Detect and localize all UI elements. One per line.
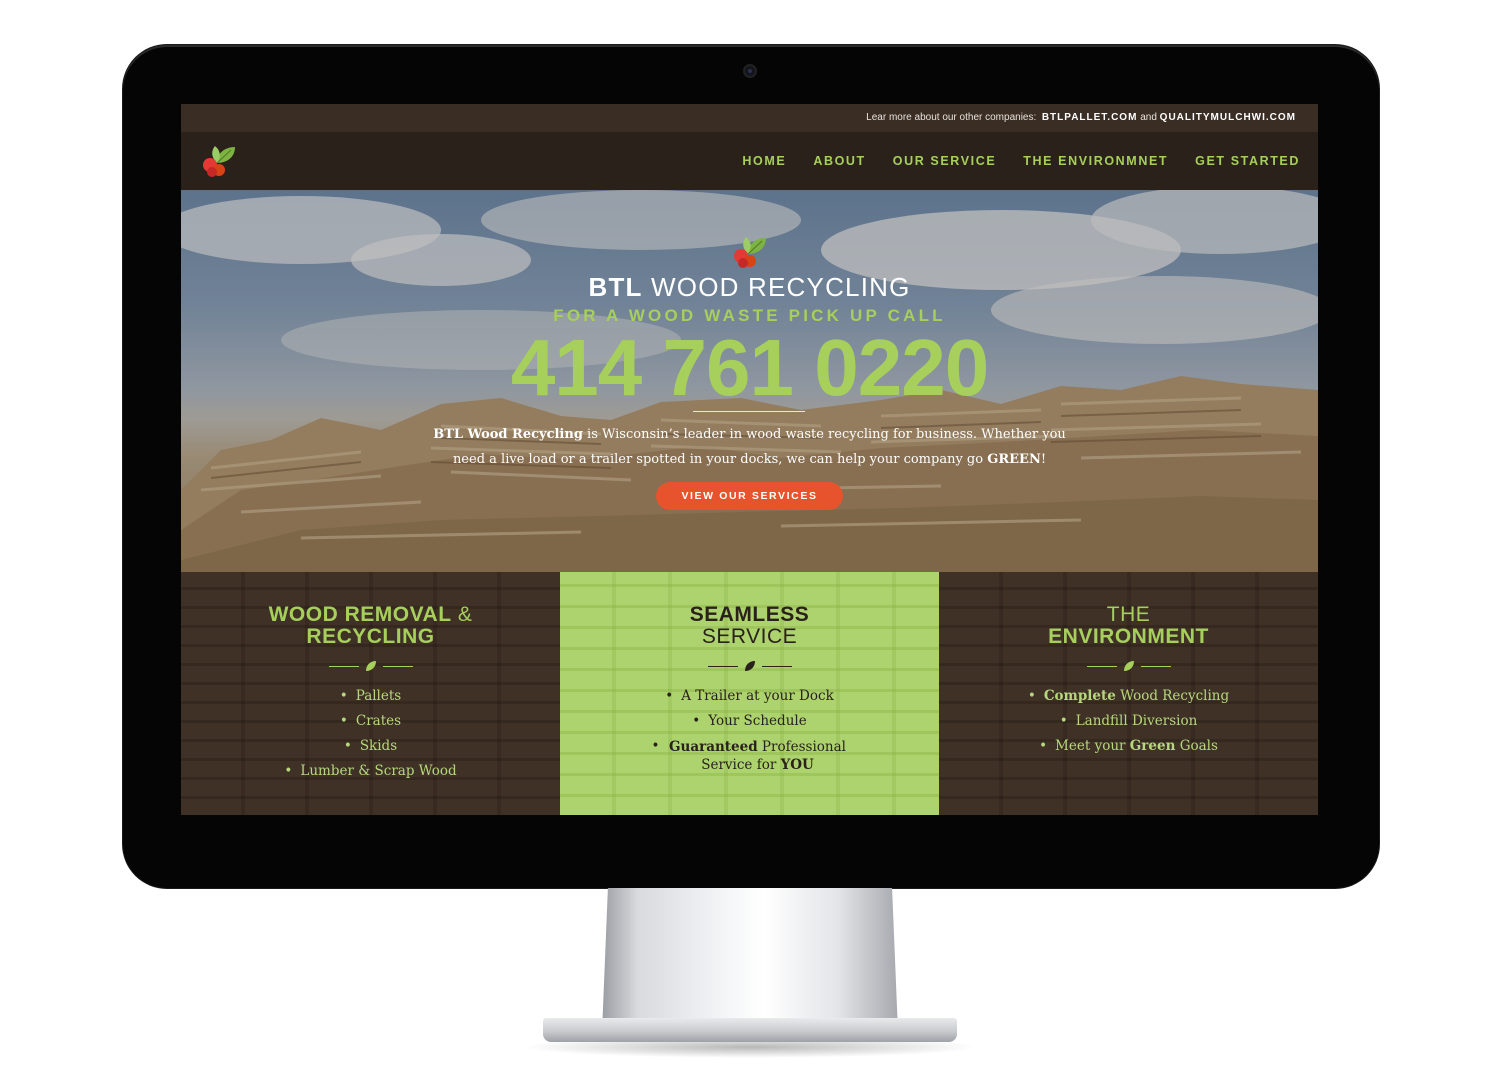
feature-heading-line1: SEAMLESS (689, 603, 810, 626)
feature-divider (181, 660, 560, 672)
hero-title: BTL WOOD RECYCLING (181, 272, 1318, 303)
nav-get-started[interactable]: GET STARTED (1195, 154, 1300, 168)
hero-title-rest: WOOD RECYCLING (651, 272, 911, 302)
feature-heading-line1: THE (1106, 603, 1151, 626)
feature-environment-heading: THE ENVIRONMENT (939, 604, 1318, 648)
feature-environment-list: Complete Wood Recycling Landfill Diversi… (939, 684, 1318, 759)
webcam-icon (743, 64, 757, 78)
feature-wood-removal: WOOD REMOVAL & RECYCLING Pallets Crates … (181, 572, 560, 815)
hero-section: BTL WOOD RECYCLING FOR A WOOD WASTE PICK… (181, 190, 1318, 572)
top-utility-bar: Lear more about our other companies: BTL… (181, 104, 1318, 132)
leaf-berry-logo-icon[interactable] (199, 143, 239, 179)
nav-about[interactable]: ABOUT (813, 154, 865, 168)
companies-prefix: Lear more about our other companies: (866, 112, 1037, 123)
leaf-icon (365, 661, 376, 671)
divider-line (328, 665, 359, 667)
nav-environment[interactable]: THE ENVIRONMNET (1023, 154, 1168, 168)
list-item: Landfill Diversion (939, 709, 1318, 734)
divider-line (382, 665, 413, 667)
list-item: Lumber & Scrap Wood (181, 759, 560, 784)
feature-environment: THE ENVIRONMENT Complete Wood Recycling … (939, 572, 1318, 815)
hero-description: BTL Wood Recycling is Wisconsin’s leader… (421, 422, 1078, 472)
feature-heading-line2: SERVICE (701, 625, 798, 648)
list-item: A Trailer at your Dock (560, 684, 939, 709)
leaf-icon (744, 661, 755, 671)
website-screen: Lear more about our other companies: BTL… (181, 104, 1318, 815)
feature-divider (939, 660, 1318, 672)
nav-home[interactable]: HOME (742, 154, 786, 168)
hero-phone-number[interactable]: 414 761 0220 (181, 320, 1318, 415)
list-item: Crates (181, 709, 560, 734)
features-section: WOOD REMOVAL & RECYCLING Pallets Crates … (181, 572, 1318, 815)
list-item: Meet your Green Goals (939, 734, 1318, 759)
feature-divider (560, 660, 939, 672)
divider-line (1086, 665, 1117, 667)
list-item-bold: Complete (1043, 688, 1116, 704)
list-item: Pallets (181, 684, 560, 709)
hero-title-brand: BTL (588, 272, 643, 302)
feature-wood-removal-list: Pallets Crates Skids Lumber & Scrap Wood (181, 684, 560, 784)
companies-conj: and (1140, 112, 1157, 123)
list-item: Guaranteed Professional Service for YOU (560, 734, 939, 774)
leaf-berry-logo-icon (734, 237, 766, 268)
list-item-text: Guaranteed Professional Service for YOU (667, 734, 847, 774)
divider-line (707, 665, 738, 667)
list-item: Skids (181, 734, 560, 759)
feature-heading-line1: WOOD REMOVAL (268, 603, 452, 626)
list-item-rest: Wood Recycling (1115, 688, 1230, 704)
feature-seamless-list: A Trailer at your Dock Your Schedule Gua… (560, 684, 939, 774)
divider-line (761, 665, 792, 667)
feature-seamless-service: SEAMLESS SERVICE A Trailer at your Dock … (560, 572, 939, 815)
leaf-icon (1123, 661, 1134, 671)
feature-heading-line2: RECYCLING (306, 625, 435, 648)
hero-desc-brand: BTL Wood Recycling (433, 427, 583, 442)
list-item: Complete Wood Recycling (939, 684, 1318, 709)
nav-menu: HOME ABOUT OUR SERVICE THE ENVIRONMNET G… (742, 132, 1300, 190)
list-item-post: Goals (1175, 738, 1218, 754)
btlpallet-link[interactable]: BTLPALLET.COM (1042, 112, 1138, 123)
main-navbar: HOME ABOUT OUR SERVICE THE ENVIRONMNET G… (181, 132, 1318, 190)
feature-wood-removal-heading: WOOD REMOVAL & RECYCLING (181, 604, 560, 648)
view-services-button[interactable]: VIEW OUR SERVICES (656, 482, 843, 510)
list-item-bold: Guaranteed (669, 739, 758, 755)
list-item: Your Schedule (560, 709, 939, 734)
hero-divider (693, 411, 805, 412)
list-item-bold: YOU (780, 757, 814, 773)
nav-our-service[interactable]: OUR SERVICE (893, 154, 997, 168)
hero-desc-end: ! (1040, 452, 1047, 467)
list-item-bold: Green (1129, 738, 1176, 754)
feature-heading-line2: ENVIRONMENT (1048, 625, 1209, 648)
divider-line (1140, 665, 1171, 667)
monitor-base (543, 1018, 957, 1042)
qualitymulch-link[interactable]: QUALITYMULCHWI.COM (1160, 112, 1296, 123)
hero-desc-green: GREEN (987, 452, 1041, 467)
feature-heading-amp: & (457, 603, 473, 626)
list-item-pre: Meet your (1055, 738, 1130, 754)
monitor-stand (602, 888, 898, 1032)
feature-seamless-heading: SEAMLESS SERVICE (560, 604, 939, 648)
